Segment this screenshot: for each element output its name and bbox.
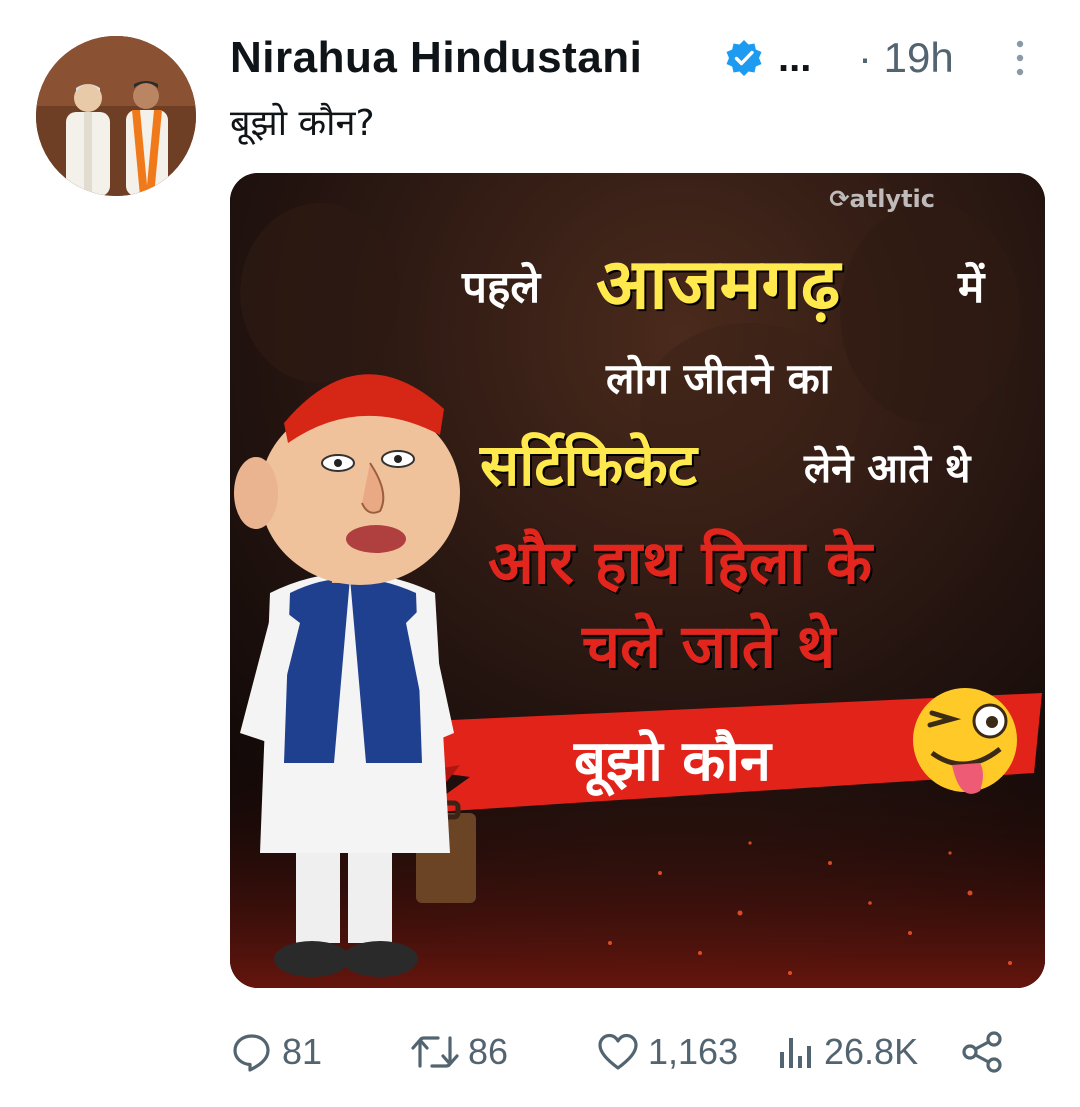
headline-line4: और हाथ हिला के xyxy=(488,528,873,598)
tweet-header: Nirahua Hindustani ... · 19h xyxy=(230,30,1030,90)
reply-icon xyxy=(233,1034,270,1072)
reply-button[interactable]: 81 xyxy=(230,1022,322,1082)
views-icon xyxy=(780,1038,811,1068)
reply-count: 81 xyxy=(282,1031,323,1072)
retweet-count: 86 xyxy=(468,1031,509,1072)
headline-line1-prefix: पहले xyxy=(462,262,541,313)
more-options-icon[interactable] xyxy=(1012,38,1028,78)
share-icon xyxy=(962,1031,1002,1073)
author-name[interactable]: Nirahua Hindustani xyxy=(230,30,642,86)
quiz-label: बूझो कौन xyxy=(574,729,771,794)
like-button[interactable]: 1,163 xyxy=(596,1022,738,1082)
image-watermark: ⟳atlytic xyxy=(829,185,935,213)
share-button[interactable] xyxy=(960,1022,1004,1082)
views-button[interactable]: 26.8K xyxy=(776,1022,918,1082)
tweet-image[interactable]: ⟳atlytic पहले आजमगढ़ में लोग जीतने का सर… xyxy=(230,173,1045,988)
author-avatar[interactable] xyxy=(36,36,196,196)
tweet-timestamp[interactable]: · 19h xyxy=(858,30,954,86)
headline-line3-highlight: सर्टिफिकेट xyxy=(480,431,697,499)
handle-truncated: ... xyxy=(778,36,812,80)
tweet-action-bar: 81 86 1,163 26.8K xyxy=(230,1022,1050,1082)
like-icon xyxy=(598,1033,638,1070)
retweet-button[interactable]: 86 xyxy=(410,1022,508,1082)
verified-badge-icon xyxy=(726,40,762,76)
views-count: 26.8K xyxy=(824,1031,919,1072)
like-count: 1,163 xyxy=(648,1031,739,1072)
headline-line2: लोग जीतने का xyxy=(606,354,831,403)
headline-line5: चले जाते थे xyxy=(582,612,836,682)
retweet-icon xyxy=(411,1036,459,1068)
headline-line3-rest: लेने आते थे xyxy=(804,446,971,492)
tweet-text: बूझो कौन? xyxy=(230,103,375,144)
headline-line1-suffix: में xyxy=(958,262,985,313)
headline-line1-highlight: आजमगढ़ xyxy=(596,243,841,325)
